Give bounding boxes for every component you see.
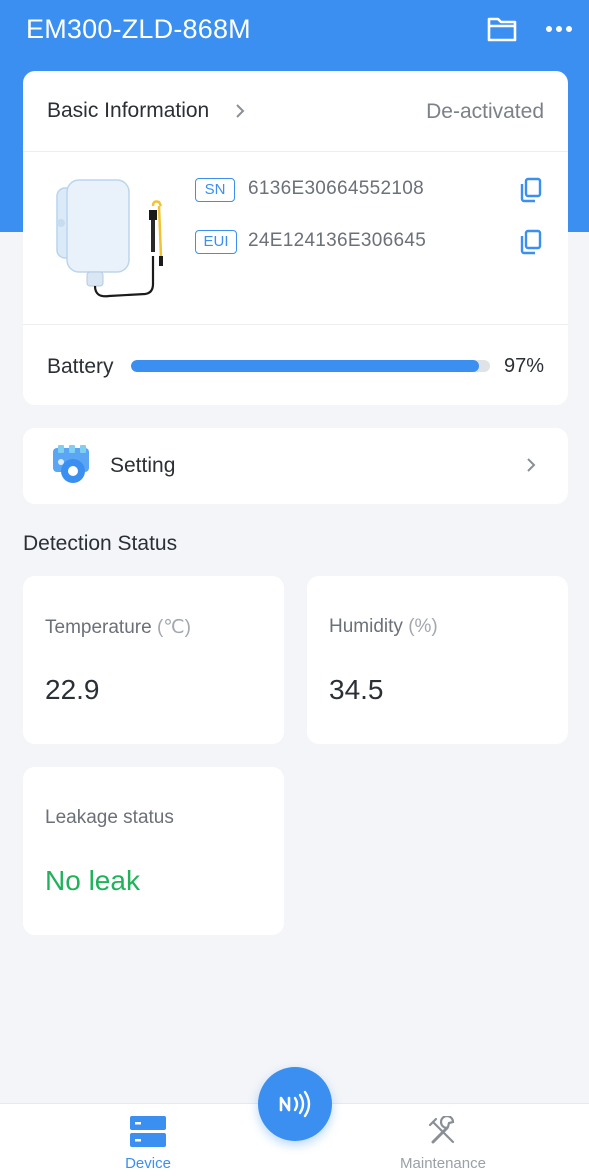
temperature-card: Temperature (℃) 22.9 <box>23 576 284 744</box>
battery-bar-fill <box>131 360 480 372</box>
copy-eui-icon[interactable] <box>518 229 542 260</box>
copy-sn-icon[interactable] <box>518 177 542 208</box>
battery-percent: 97% <box>503 355 544 377</box>
nav-device-label: Device <box>125 1155 171 1172</box>
leakage-card: Leakage status No leak <box>23 767 284 935</box>
temperature-value: 22.9 <box>45 674 100 705</box>
basic-info-card: Basic Information De-activated SN 6136E3… <box>23 71 568 405</box>
humidity-card: Humidity (%) 34.5 <box>307 576 568 744</box>
chevron-right-icon <box>235 103 245 124</box>
device-title: EM300-ZLD-868M <box>26 14 251 44</box>
temperature-label-text: Temperature <box>45 617 152 638</box>
basic-info-header[interactable]: Basic Information De-activated <box>23 71 568 152</box>
nav-device[interactable]: Device <box>58 1104 238 1176</box>
detection-status-title: Detection Status <box>23 532 178 555</box>
nav-maintenance[interactable]: Maintenance <box>353 1104 533 1176</box>
temperature-label: Temperature (℃) <box>45 616 191 639</box>
divider <box>23 324 568 325</box>
nfc-icon <box>279 1090 311 1118</box>
battery-label: Battery <box>47 355 114 378</box>
leakage-value: No leak <box>45 865 140 896</box>
setting-label: Setting <box>110 454 176 477</box>
humidity-label: Humidity (%) <box>329 616 438 638</box>
humidity-label-text: Humidity <box>329 616 403 637</box>
sn-value: 6136E30664552108 <box>248 178 424 199</box>
battery-bar <box>131 360 490 372</box>
tools-icon <box>427 1114 459 1153</box>
temperature-unit: (℃) <box>156 617 191 638</box>
setting-gear-icon <box>51 445 95 492</box>
leakage-label: Leakage status <box>45 807 174 828</box>
chevron-right-icon <box>526 457 536 478</box>
setting-row[interactable]: Setting <box>23 428 568 504</box>
device-image <box>49 176 169 306</box>
folder-icon[interactable] <box>486 14 518 49</box>
humidity-value: 34.5 <box>329 674 384 705</box>
eui-value: 24E124136E306645 <box>248 230 427 251</box>
more-icon[interactable] <box>545 22 573 41</box>
basic-info-label: Basic Information <box>47 99 210 122</box>
device-icon <box>130 1116 166 1153</box>
humidity-unit: (%) <box>408 616 438 637</box>
eui-tag: EUI <box>195 230 237 254</box>
activation-status: De-activated <box>426 100 544 123</box>
nfc-button[interactable] <box>258 1067 332 1141</box>
nav-maintenance-label: Maintenance <box>400 1155 486 1172</box>
sn-tag: SN <box>195 178 235 202</box>
